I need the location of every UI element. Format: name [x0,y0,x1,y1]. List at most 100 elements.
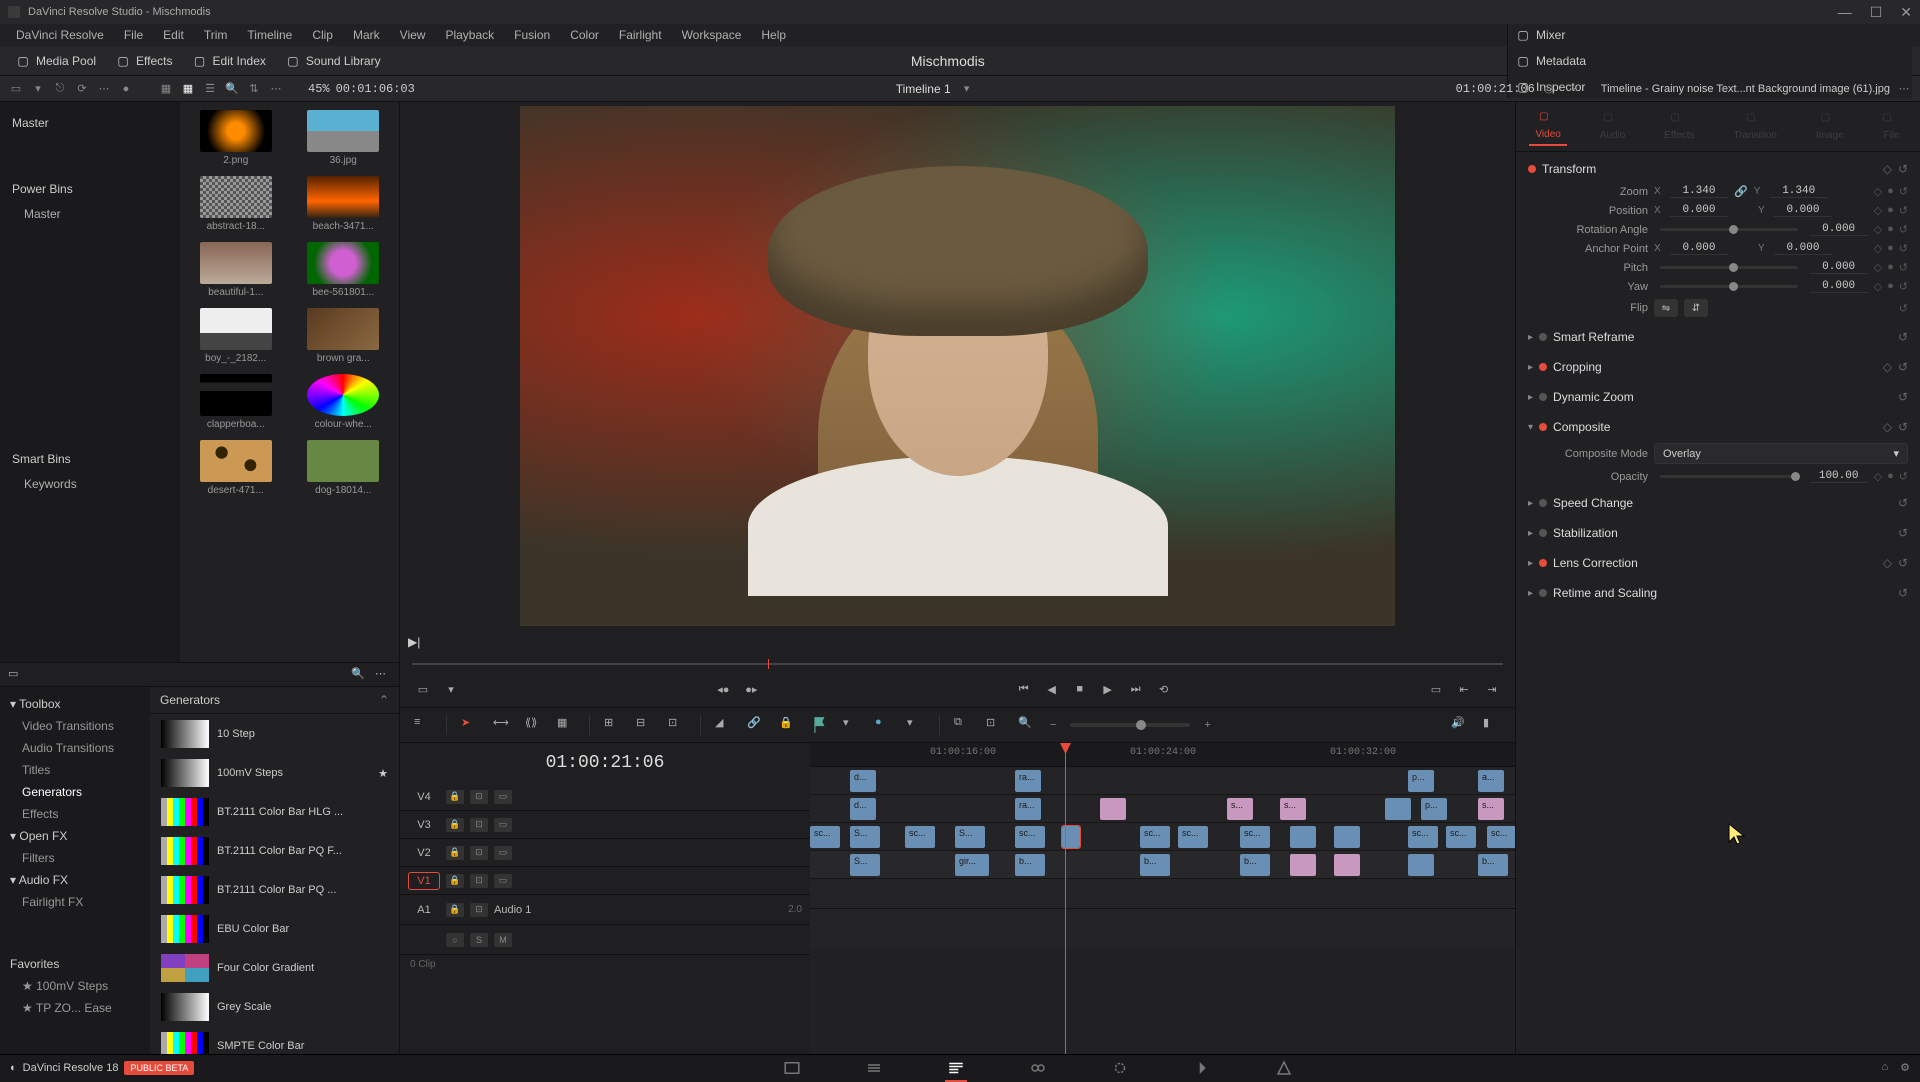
timeline-clip[interactable]: gir... [955,854,989,876]
timeline-dropdown-icon[interactable]: ▾ [959,81,975,97]
sound-library-button[interactable]: ▢Sound Library [278,50,389,72]
fx-more-icon[interactable]: ⋯ [375,667,391,683]
reset-icon[interactable]: ↺ [1899,242,1908,255]
inspector-tab-audio[interactable]: ▢Audio [1594,108,1632,145]
more2-icon[interactable]: ⋯ [268,81,284,97]
media-thumb[interactable]: beach-3471... [296,176,392,232]
list-view-icon[interactable]: ▦ [158,81,174,97]
timeline-clip[interactable] [1334,854,1360,876]
reset-icon[interactable]: ↺ [1898,360,1908,374]
match-frame-icon[interactable]: ▭ [1427,680,1445,698]
menu-mark[interactable]: Mark [343,28,390,42]
fx-tree-effects[interactable]: Effects [0,803,150,825]
timeline-clip[interactable]: p... [1408,770,1434,792]
reset-icon[interactable]: ↺ [1899,185,1908,198]
keyframe-icon[interactable]: ◇ [1874,280,1882,293]
timeline-clip[interactable]: d... [850,770,876,792]
menu-clip[interactable]: Clip [302,28,343,42]
inout-icon[interactable]: ▭ [414,680,432,698]
timeline-clip[interactable] [1334,826,1360,848]
keyframe-icon[interactable]: ◇ [1874,204,1882,217]
track-head-v4[interactable]: V4🔒⊡▭ [400,783,810,811]
track-name[interactable]: V1 [408,872,440,890]
pos-x-value[interactable]: 0.000 [1670,204,1728,217]
timeline-clip[interactable]: sc... [1140,826,1170,848]
marker-chevron[interactable]: ▾ [907,716,925,734]
anchor-x-value[interactable]: 0.000 [1670,242,1728,255]
lock-icon[interactable]: 🔒 [446,846,464,860]
timeline-clip[interactable]: b... [1140,854,1170,876]
composite-mode-select[interactable]: Overlay▾ [1654,443,1908,464]
generator-item[interactable]: 100mV Steps★ [154,754,395,792]
keyframe-icon[interactable]: ◇ [1874,261,1882,274]
blade-tool-icon[interactable]: ▦ [557,716,575,734]
timeline-clip[interactable]: sc... [905,826,935,848]
anchor-y-value[interactable]: 0.000 [1774,242,1832,255]
cut-page-icon[interactable] [863,1059,885,1077]
timeline-clip[interactable]: sc... [1408,826,1438,848]
fx-tree-audio-transitions[interactable]: Audio Transitions [0,737,150,759]
menu-davinci-resolve[interactable]: DaVinci Resolve [6,28,114,42]
media-thumb[interactable]: bee-561801... [296,242,392,298]
maximize-button[interactable]: ☐ [1870,4,1883,21]
reset-icon[interactable]: ↺ [1898,420,1908,434]
pos-y-value[interactable]: 0.000 [1774,204,1832,217]
flag-chevron[interactable]: ▾ [843,716,861,734]
media-thumb[interactable]: brown gra... [296,308,392,364]
media-thumb[interactable]: clapperboa... [188,374,284,430]
bin-master[interactable]: Master [0,110,180,136]
play-icon[interactable]: ▶ [1099,680,1117,698]
generator-item[interactable]: EBU Color Bar [154,910,395,948]
keyframe-icon[interactable]: ◇ [1874,470,1882,483]
reset-icon[interactable]: ↺ [1899,280,1908,293]
media-thumb[interactable]: boy_-_2182... [188,308,284,364]
enable-icon[interactable]: ▭ [494,790,512,804]
pitch-value[interactable]: 0.000 [1810,261,1868,274]
media-thumb[interactable]: desert-471... [188,440,284,496]
section-speed-change[interactable]: ▸Speed Change↺ [1526,490,1910,516]
bin-view-chevron[interactable]: ▾ [30,81,46,97]
openfx-header[interactable]: ▾ Open FX [0,825,150,847]
go-out-icon[interactable]: ⇥ [1483,680,1501,698]
enable-icon[interactable]: ▭ [494,874,512,888]
section-composite[interactable]: ▾Composite◇↺ [1526,414,1910,440]
media-thumb[interactable]: colour-whe... [296,374,392,430]
playhead[interactable] [1065,743,1066,1054]
media-thumb[interactable]: beautiful-1... [188,242,284,298]
menu-view[interactable]: View [390,28,436,42]
timeline-clip[interactable]: sc... [1446,826,1476,848]
menu-file[interactable]: File [114,28,153,42]
track-head-v2[interactable]: V2🔒⊡▭ [400,839,810,867]
kf-dot-icon[interactable]: ● [1887,470,1894,483]
reset-icon[interactable]: ↺ [1898,586,1908,600]
more4-icon[interactable]: ⋯ [1896,81,1912,97]
section-cropping[interactable]: ▸Cropping◇↺ [1526,354,1910,380]
timeline-canvas[interactable]: 01:00:16:0001:00:24:0001:00:32:0001:00:4… [810,743,1515,1054]
menu-trim[interactable]: Trim [194,28,238,42]
inout-chevron[interactable]: ▾ [442,680,460,698]
timeline-clip[interactable]: sc... [1015,826,1045,848]
sort-icon[interactable]: ⇅ [246,81,262,97]
timeline-clip[interactable]: b... [1240,854,1270,876]
opacity-slider[interactable] [1660,475,1798,478]
track-lane-v2[interactable]: sc...S...sc...S...sc...sc...sc...sc...sc… [810,823,1515,851]
reset-icon[interactable]: ↺ [1898,496,1908,510]
media-thumb[interactable]: 36.jpg [296,110,392,166]
lock-icon[interactable]: 🔒 [446,818,464,832]
section-smart-reframe[interactable]: ▸Smart Reframe↺ [1526,324,1910,350]
timeline-clip[interactable]: ra... [1015,798,1041,820]
timeline-clip[interactable]: sc... [1178,826,1208,848]
keyframe-icon[interactable]: ◇ [1874,223,1882,236]
more3-icon[interactable]: ⋯ [1563,81,1579,97]
audio-track-head[interactable]: A1 🔒 ⊡ Audio 1 2.0 [400,895,810,925]
timeline-clip[interactable]: s... [1227,798,1253,820]
viewer[interactable]: ▶| [400,102,1515,657]
timeline-clip[interactable]: sc... [810,826,840,848]
kf-dot-icon[interactable]: ● [1887,185,1894,198]
link-icon[interactable]: 🔗 [747,716,765,734]
timeline-clip[interactable]: S... [850,854,880,876]
solo-button[interactable]: S [470,933,488,947]
zoom-y-value[interactable]: 1.340 [1770,185,1828,198]
enable-icon[interactable]: ▭ [494,846,512,860]
auto-select-icon[interactable]: ⊡ [470,846,488,860]
